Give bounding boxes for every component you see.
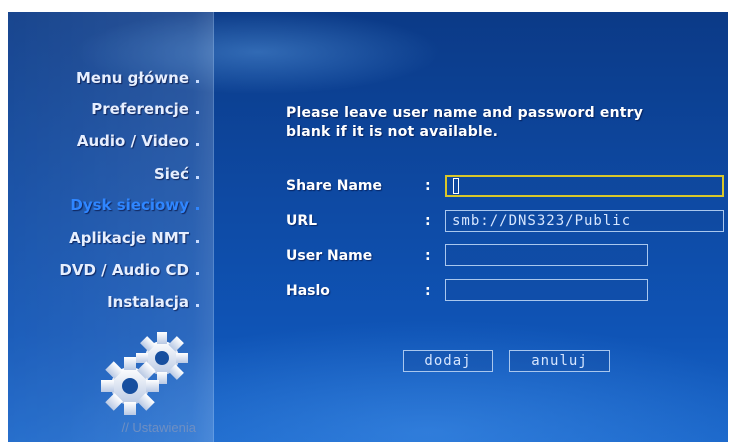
sidebar-item-label: Aplikacje NMT: [69, 229, 189, 247]
password-input[interactable]: [445, 279, 648, 301]
url-value: smb://DNS323/Public: [452, 213, 632, 229]
sidebar-item-label: Dysk sieciowy: [70, 196, 189, 214]
share-name-input[interactable]: [445, 175, 724, 197]
cancel-button[interactable]: anuluj: [509, 350, 610, 372]
sidebar-item-label: Preferencje: [91, 100, 189, 118]
field-colon: :: [425, 178, 431, 194]
sidebar-item-label: Menu główne: [76, 69, 189, 87]
menu-dot-icon: [196, 207, 199, 210]
sidebar-item-dvd-audio-cd[interactable]: DVD / Audio CD: [59, 258, 199, 282]
menu-dot-icon: [196, 240, 199, 243]
share-name-label: Share Name: [286, 178, 383, 194]
nmt-settings-screen: Menu główne Preferencje Audio / Video Si…: [8, 12, 728, 442]
info-line: Please leave user name and password entr…: [286, 105, 644, 121]
menu-dot-icon: [196, 143, 199, 146]
password-label: Haslo: [286, 283, 330, 299]
settings-sidebar: Menu główne Preferencje Audio / Video Si…: [8, 12, 214, 442]
field-colon: :: [425, 283, 431, 299]
settings-section-caption: // Ustawienia: [121, 420, 196, 435]
add-button[interactable]: dodaj: [403, 350, 493, 372]
gears-icon: [100, 330, 196, 416]
menu-dot-icon: [196, 304, 199, 307]
info-line: blank if it is not available.: [286, 124, 499, 140]
sidebar-item-label: DVD / Audio CD: [59, 261, 189, 279]
user-name-label: User Name: [286, 248, 373, 264]
text-cursor: [453, 178, 459, 194]
url-label: URL: [286, 213, 318, 229]
menu-dot-icon: [196, 80, 199, 83]
sidebar-item-network[interactable]: Sieć: [154, 162, 199, 186]
menu-dot-icon: [196, 272, 199, 275]
sidebar-item-installation[interactable]: Instalacja: [107, 290, 199, 314]
sidebar-item-audio-video[interactable]: Audio / Video: [77, 129, 199, 153]
sidebar-item-network-drive[interactable]: Dysk sieciowy: [70, 193, 199, 217]
menu-dot-icon: [196, 111, 199, 114]
sidebar-item-label: Audio / Video: [76, 132, 189, 150]
sidebar-item-label: Instalacja: [107, 293, 189, 311]
url-input[interactable]: smb://DNS323/Public: [445, 210, 724, 232]
sidebar-item-preferences[interactable]: Preferencje: [91, 97, 199, 121]
menu-dot-icon: [196, 176, 199, 179]
field-colon: :: [425, 248, 431, 264]
info-message: Please leave user name and password entr…: [286, 104, 716, 142]
sidebar-item-label: Sieć: [153, 165, 189, 183]
field-colon: :: [425, 213, 431, 229]
sidebar-item-nmt-apps[interactable]: Aplikacje NMT: [69, 226, 199, 250]
user-name-input[interactable]: [445, 244, 648, 266]
sidebar-item-main-menu[interactable]: Menu główne: [76, 66, 199, 90]
